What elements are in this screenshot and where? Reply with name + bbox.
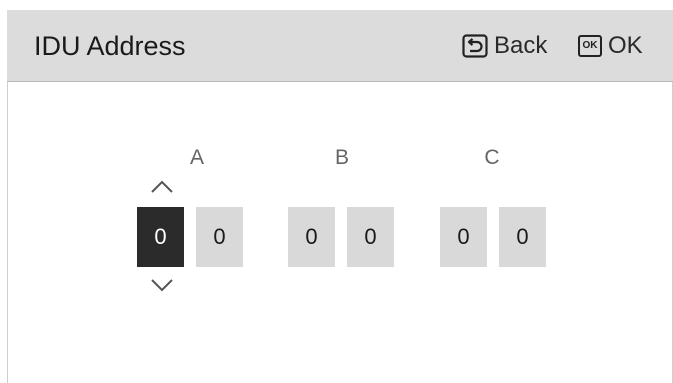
digit-b-2[interactable]: 0: [347, 207, 394, 267]
back-label: Back: [494, 32, 548, 59]
digit-c-1[interactable]: 0: [440, 207, 487, 267]
back-button[interactable]: Back: [462, 10, 547, 82]
ok-label: OK: [608, 32, 643, 59]
decrement-button[interactable]: [149, 276, 175, 294]
group-label-a: A: [189, 146, 204, 169]
ok-key-icon: OK: [578, 35, 602, 57]
ok-button[interactable]: OK OK: [578, 10, 643, 82]
header-bar: IDU Address Back OK OK: [7, 10, 673, 82]
back-arrow-icon: [462, 34, 488, 58]
digit-a-1[interactable]: 0: [137, 207, 184, 267]
group-label-b: B: [334, 146, 349, 169]
page-title: IDU Address: [34, 31, 186, 61]
digit-c-2[interactable]: 0: [499, 207, 546, 267]
digit-b-1[interactable]: 0: [288, 207, 335, 267]
chevron-down-icon: [149, 276, 175, 294]
group-label-c: C: [484, 146, 500, 169]
chevron-up-icon: [149, 178, 175, 196]
increment-button[interactable]: [149, 178, 175, 196]
digit-a-2[interactable]: 0: [196, 207, 243, 267]
